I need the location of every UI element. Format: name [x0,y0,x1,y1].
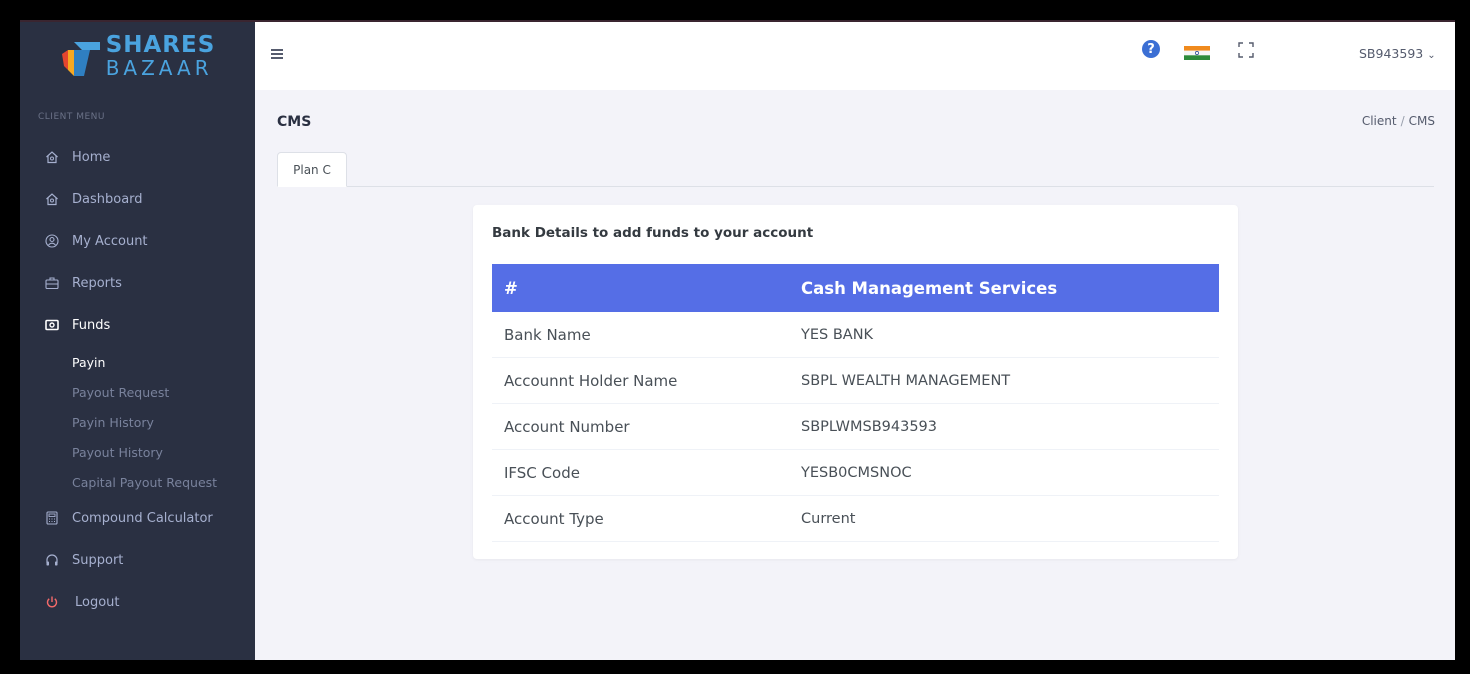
sidebar-item-label: My Account [72,233,148,249]
calculator-icon [45,511,59,525]
row-label: Accounnt Holder Name [504,371,678,390]
sidebar-subitem-capital-payout-request[interactable]: Capital Payout Request [72,475,217,490]
breadcrumb-separator: / [1400,114,1405,128]
sidebar-item-label: Compound Calculator [72,510,213,526]
sidebar-item-label: Home [72,149,111,165]
sidebar-subitem-payout-history[interactable]: Payout History [72,445,163,460]
top-bar: ? SB943593 ⌄ [255,22,1455,90]
user-circle-icon [45,234,59,248]
tab-plan-c[interactable]: Plan C [277,152,347,187]
bank-details-table: # Cash Management Services Bank Name YES… [492,264,1219,542]
row-value: SBPL WEALTH MANAGEMENT [801,372,1011,389]
sidebar: SHARES BAZAAR CLIENT MENU Home Dashboard… [20,22,255,660]
row-label: Bank Name [504,325,591,344]
row-value: YESB0CMSNOC [801,464,912,481]
brand-logo[interactable]: SHARES BAZAAR [20,22,255,90]
row-value: Current [801,510,856,527]
sidebar-item-compound-calculator[interactable]: Compound Calculator [20,503,255,533]
breadcrumb-cms: CMS [1408,114,1435,128]
question-circle-icon[interactable]: ? [1142,40,1160,58]
sidebar-item-label: Funds [72,317,111,333]
row-value: YES BANK [801,326,874,343]
column-header-cms: Cash Management Services [801,278,1058,298]
sidebar-subitem-payin[interactable]: Payin [72,355,105,370]
headphones-icon [45,553,59,567]
sidebar-subitem-payin-history[interactable]: Payin History [72,415,154,430]
user-dropdown[interactable]: SB943593 ⌄ [1359,46,1436,61]
brand-name-line1: SHARES [105,32,216,58]
chevron-down-icon: ⌄ [1427,50,1436,61]
breadcrumb-client[interactable]: Client [1362,114,1397,128]
table-header: # Cash Management Services [492,264,1219,312]
sidebar-item-support[interactable]: Support [20,545,255,575]
card-title: Bank Details to add funds to your accoun… [492,225,814,241]
fullscreen-icon[interactable] [1238,42,1254,58]
sidebar-item-label: Support [72,552,124,568]
page-title: CMS [277,114,312,130]
row-value: SBPLWMSB943593 [801,418,937,435]
sidebar-item-reports[interactable]: Reports [20,268,255,298]
india-flag-icon[interactable] [1184,46,1210,60]
breadcrumb: Client / CMS [1362,114,1435,128]
user-id: SB943593 [1359,46,1424,61]
home-icon [45,150,59,164]
table-row: Bank Name YES BANK [492,312,1219,358]
sidebar-item-label: Dashboard [72,191,143,207]
sidebar-item-label: Logout [75,594,120,610]
row-label: IFSC Code [504,463,580,482]
money-icon [45,318,59,332]
sidebar-item-logout[interactable]: Logout [20,587,255,617]
brand-name-line2: BAZAAR [105,56,213,80]
app-frame: SHARES BAZAAR CLIENT MENU Home Dashboard… [20,22,1455,660]
tabs-underline [277,186,1434,187]
home-icon [45,192,59,206]
power-icon [45,595,59,609]
sidebar-subitem-payout-request[interactable]: Payout Request [72,385,169,400]
shares-bazaar-logo-icon [61,42,100,76]
table-row: Account Type Current [492,496,1219,542]
table-row: Account Number SBPLWMSB943593 [492,404,1219,450]
sidebar-item-funds[interactable]: Funds [20,310,255,340]
menu-title: CLIENT MENU [38,112,106,122]
bank-details-card: Bank Details to add funds to your accoun… [473,205,1238,559]
sidebar-item-home[interactable]: Home [20,142,255,172]
row-label: Account Type [504,509,604,528]
hamburger-menu-icon[interactable] [271,49,283,59]
sidebar-item-label: Reports [72,275,122,291]
briefcase-icon [45,276,59,290]
sidebar-item-my-account[interactable]: My Account [20,226,255,256]
column-header-hash: # [504,278,518,298]
row-label: Account Number [504,417,630,436]
table-row: Accounnt Holder Name SBPL WEALTH MANAGEM… [492,358,1219,404]
sidebar-item-dashboard[interactable]: Dashboard [20,184,255,214]
table-row: IFSC Code YESB0CMSNOC [492,450,1219,496]
